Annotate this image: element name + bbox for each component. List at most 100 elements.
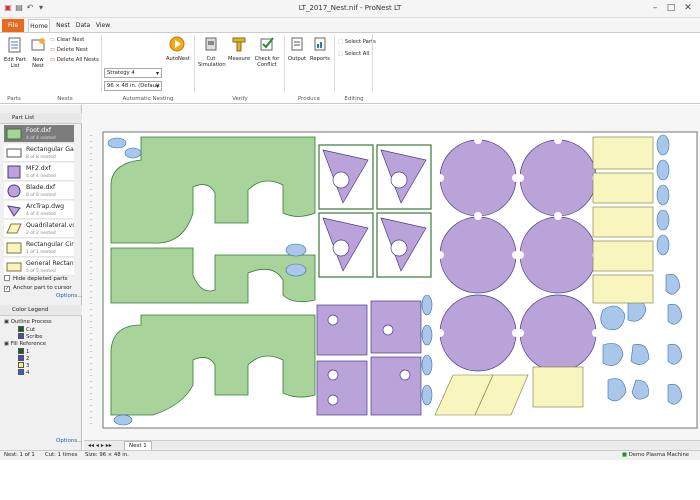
nav-arrows-icon[interactable]: ◂◂ ◂ ▸ ▸▸ — [88, 442, 112, 449]
group-label-produce: Produce — [297, 96, 321, 102]
status-bar: Nest: 1 of 1 Cut: 1 times Size: 96 × 48 … — [0, 450, 700, 460]
cut-simulation-button[interactable]: Cut Simulation — [198, 36, 226, 68]
status-size: Size: 96 × 48 in. — [85, 452, 129, 458]
part-thumbnail — [6, 262, 22, 272]
part-list-item[interactable]: Foot.dxf 4 of 4 nested — [4, 125, 74, 143]
ribbon-tabs: File Home Nest Data View — [0, 18, 700, 32]
delete-nest-icon: ▭ — [50, 47, 56, 53]
part-list-item[interactable]: Blade.dxf 8 of 8 nested — [4, 182, 74, 200]
part-list-item[interactable]: ArcTrap.dwg 4 of 4 nested — [4, 201, 74, 219]
part-count: 4 of 4 nested — [26, 174, 56, 179]
tab-nest[interactable]: Nest — [54, 19, 72, 32]
machine-icon: ■ — [622, 452, 628, 458]
left-panel: Part List Foot.dxf 4 of 4 nested Rectangul… — [0, 105, 82, 450]
status-machine: ■ Demo Plasma Machine — [622, 452, 690, 458]
part-thumbnail — [7, 184, 21, 198]
new-nest-icon — [31, 38, 45, 51]
part-name: Rectangular Cir — [26, 241, 74, 248]
part-count: 4 of 4 nested — [26, 212, 56, 217]
part-thumbnail — [7, 165, 21, 179]
bottom-blank — [0, 460, 700, 500]
select-all-button[interactable]: ⬚ Select All — [338, 50, 369, 58]
part-count: 2 of 2 nested — [26, 231, 56, 236]
nest-tab-bar: ◂◂ ◂ ▸ ▸▸ Nest 1 — [84, 440, 700, 451]
hide-depleted-checkbox[interactable]: Hide depleted parts — [4, 275, 68, 283]
output-icon — [291, 37, 303, 51]
part-thumbnail — [6, 242, 22, 254]
legend-outline-process: ▣ Outline Process — [4, 319, 52, 325]
maximize-icon[interactable]: □ — [664, 2, 678, 14]
group-label-parts: Parts — [7, 96, 21, 102]
title-bar: ▣ ▤ ↶ ▾ LT_2017_Nest.nif - ProNest LT – … — [0, 0, 700, 18]
status-cut: Cut: 1 times — [45, 452, 78, 458]
nest-drawing[interactable] — [83, 105, 700, 450]
measure-icon — [232, 37, 246, 52]
part-list-header: Part List — [0, 113, 82, 124]
reports-button[interactable]: Reports — [310, 36, 330, 62]
measure-button[interactable]: Measure — [228, 36, 250, 62]
tab-data[interactable]: Data — [74, 19, 92, 32]
ribbon: Edit Part List New Nest ▭ Clear Nest ▭ D… — [0, 32, 700, 104]
part-name: General Rectan — [26, 260, 74, 267]
select-parts-button[interactable]: ⬚ Select Parts — [338, 38, 376, 46]
part-name: Quadrilateral.vs — [26, 222, 74, 229]
minimize-icon[interactable]: – — [648, 2, 662, 14]
clear-nest-button[interactable]: ▭ Clear Nest — [50, 36, 84, 44]
new-nest-button[interactable]: New Nest — [30, 37, 46, 69]
part-thumbnail — [6, 148, 22, 158]
delete-nest-button[interactable]: ▭ Delete Nest — [50, 46, 88, 54]
status-nest: Nest: 1 of 1 — [4, 452, 35, 458]
part-list-item[interactable]: MF2.dxf 4 of 4 nested — [4, 163, 74, 181]
group-label-automatic-nesting: Automatic Nesting — [122, 96, 174, 102]
legend-options-link[interactable]: Options... — [56, 438, 82, 444]
part-name: Rectangular Ga — [26, 146, 74, 153]
part-thumbnail — [6, 223, 22, 234]
part-list-item[interactable]: Rectangular Ga 8 of 8 nested — [4, 144, 74, 162]
part-name: Foot.dxf — [26, 127, 52, 134]
part-count: 8 of 8 nested — [26, 155, 56, 160]
select-parts-icon: ⬚ — [338, 39, 344, 45]
tab-home[interactable]: Home — [28, 19, 50, 32]
part-list-item[interactable]: General Rectan 5 of 5 nested — [4, 258, 74, 276]
group-label-verify: Verify — [232, 96, 248, 102]
tab-view[interactable]: View — [94, 19, 112, 32]
close-icon[interactable]: ✕ — [681, 2, 695, 14]
check-conflict-icon — [260, 37, 274, 51]
part-count: 8 of 8 nested — [26, 193, 56, 198]
part-list-item[interactable]: Quadrilateral.vs 2 of 2 nested — [4, 220, 74, 238]
window-title: LT_2017_Nest.nif - ProNest LT — [298, 4, 402, 12]
strategy-select[interactable]: Strategy 4 — [104, 68, 162, 78]
legend-scribe: Scribe — [18, 333, 43, 341]
anchor-part-checkbox[interactable]: ✓ Anchor part to cursor — [4, 284, 72, 292]
group-label-nests: Nests — [57, 96, 73, 102]
group-label-editing: Editing — [344, 96, 364, 102]
part-count: 1 of 1 nested — [26, 250, 56, 255]
part-count: 4 of 4 nested — [26, 136, 56, 141]
part-count: 5 of 5 nested — [26, 269, 56, 274]
output-button[interactable]: Output — [287, 36, 307, 62]
part-name: MF2.dxf — [26, 165, 51, 172]
cut-simulation-icon — [205, 37, 217, 51]
part-list-icon — [8, 37, 21, 53]
edit-part-list-button[interactable]: Edit Part List — [3, 37, 27, 69]
sheet-size-select[interactable]: 96 × 48 in. (Default — [104, 81, 162, 91]
part-name: ArcTrap.dwg — [26, 203, 65, 210]
delete-all-icon: ▭ — [50, 57, 56, 63]
delete-all-nests-button[interactable]: ▭ Delete All Nests — [50, 56, 99, 64]
part-list-options-link[interactable]: Options... — [56, 293, 82, 299]
legend-fill-4: 4 — [18, 369, 29, 377]
nest-canvas[interactable] — [83, 105, 700, 450]
autonest-button[interactable]: AutoNest — [166, 36, 190, 62]
clear-nest-icon: ▭ — [50, 37, 56, 43]
part-list-item[interactable]: Rectangular Cir 1 of 1 nested — [4, 239, 74, 257]
legend-fill-reference: ▣ Fill Reference — [4, 341, 47, 347]
select-all-icon: ⬚ — [338, 51, 344, 57]
reports-icon — [314, 37, 326, 51]
part-name: Blade.dxf — [26, 184, 56, 191]
color-legend-header: Color Legend — [0, 305, 82, 316]
part-thumbnail — [7, 205, 21, 217]
check-conflict-button[interactable]: Check for Conflict — [253, 36, 281, 68]
part-thumbnail — [6, 128, 22, 140]
autonest-icon — [169, 36, 185, 52]
tab-file[interactable]: File — [2, 19, 24, 32]
